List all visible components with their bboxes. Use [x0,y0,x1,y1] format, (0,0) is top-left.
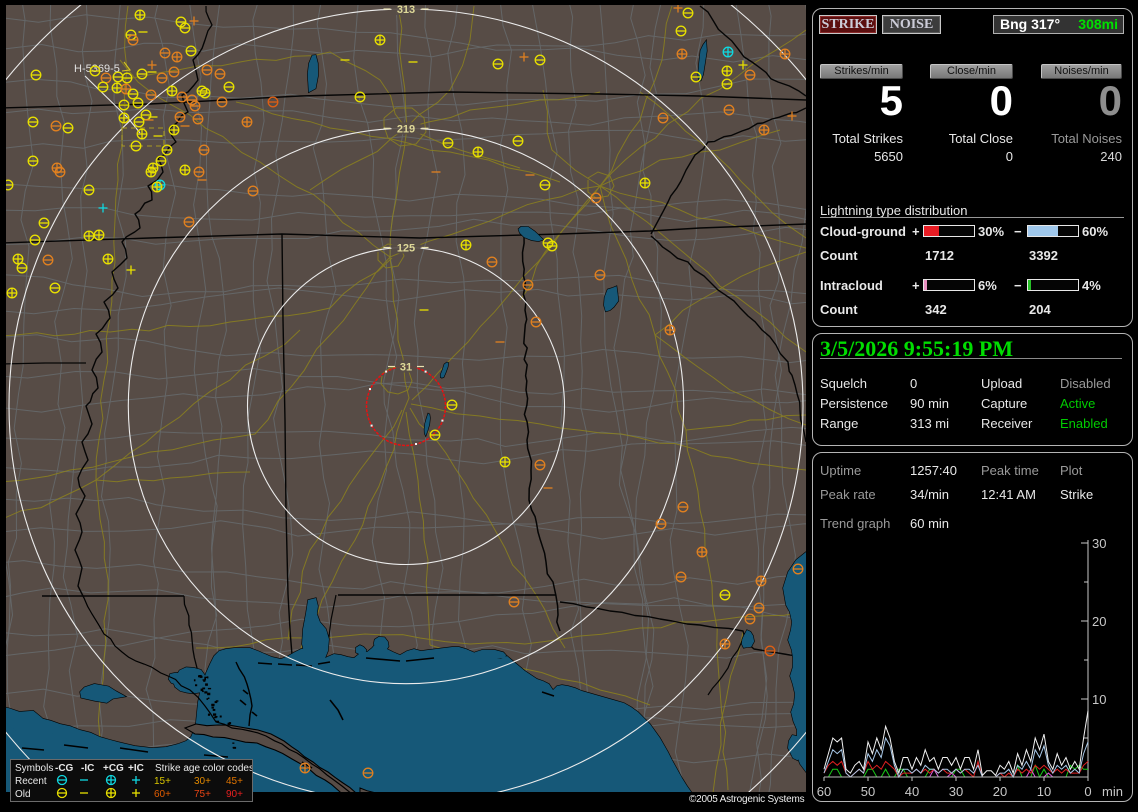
svg-text:30: 30 [1092,536,1106,551]
svg-text:min: min [1102,784,1123,799]
svg-text:-CG: -CG [55,763,74,774]
svg-text:+CG: +CG [103,763,124,774]
svg-text:50: 50 [861,784,875,799]
svg-text:40: 40 [905,784,919,799]
svg-text:15+: 15+ [154,776,171,787]
svg-text:+IC: +IC [128,763,144,774]
svg-text:75+: 75+ [194,789,211,800]
svg-text:10: 10 [1037,784,1051,799]
svg-text:125: 125 [397,243,415,255]
svg-text:313: 313 [397,5,415,16]
svg-text:-IC: -IC [81,763,94,774]
svg-text:20: 20 [993,784,1007,799]
svg-text:219: 219 [397,123,415,135]
svg-text:60: 60 [817,784,831,799]
svg-text:Recent: Recent [15,776,47,787]
svg-text:H-5369-5: H-5369-5 [74,63,120,75]
svg-text:Symbols: Symbols [15,763,53,774]
svg-text:Strike age color codes: Strike age color codes [155,763,252,774]
svg-text:90+: 90+ [226,789,243,800]
svg-text:30+: 30+ [194,776,211,787]
svg-text:Old: Old [15,789,31,800]
svg-text:30: 30 [949,784,963,799]
svg-text:31: 31 [400,362,412,374]
svg-text:60+: 60+ [154,789,171,800]
svg-text:10: 10 [1092,692,1106,707]
svg-text:0: 0 [1084,784,1091,799]
svg-text:45+: 45+ [226,776,243,787]
svg-text:20: 20 [1092,614,1106,629]
